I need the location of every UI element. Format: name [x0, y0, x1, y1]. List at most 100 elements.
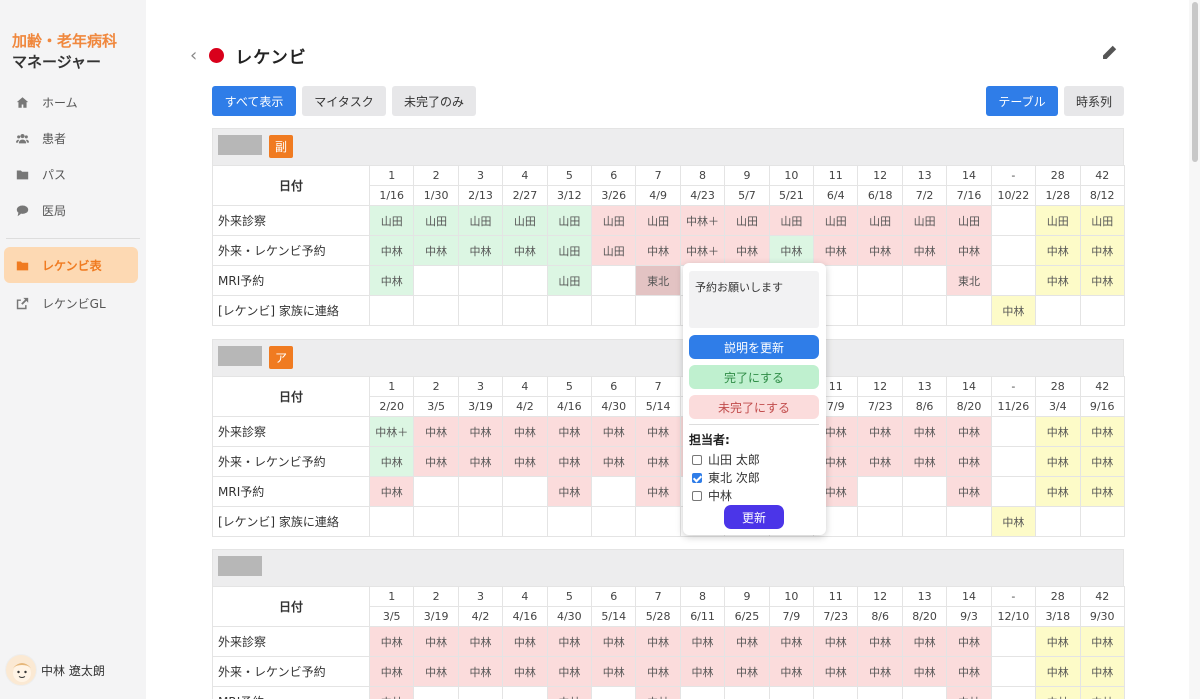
task-cell[interactable]: 中林: [901, 416, 948, 447]
task-cell[interactable]: 中林: [1079, 656, 1125, 687]
task-cell[interactable]: [413, 265, 459, 296]
task-cell[interactable]: 山田: [946, 205, 992, 236]
task-cell[interactable]: 中林: [946, 476, 992, 507]
task-cell[interactable]: 中林: [901, 656, 948, 687]
task-cell[interactable]: 中林: [413, 446, 459, 477]
task-cell[interactable]: 中林: [813, 656, 859, 687]
sidebar-item-path[interactable]: パス: [0, 156, 146, 192]
task-cell[interactable]: [457, 506, 504, 537]
note-textarea[interactable]: 予約お願いします: [689, 271, 819, 328]
task-cell[interactable]: 中林: [1079, 686, 1125, 699]
task-cell[interactable]: 中林: [413, 416, 459, 447]
task-cell[interactable]: [901, 265, 948, 296]
task-cell[interactable]: 中林: [413, 626, 459, 657]
task-cell[interactable]: 中林: [1035, 265, 1081, 296]
task-cell[interactable]: [457, 265, 504, 296]
task-cell[interactable]: [413, 295, 459, 326]
update-button[interactable]: 更新: [724, 505, 784, 529]
task-cell[interactable]: 中林: [946, 626, 992, 657]
task-cell[interactable]: 中林: [1079, 235, 1125, 266]
task-cell[interactable]: 中林: [635, 476, 681, 507]
task-cell[interactable]: 中林: [813, 235, 859, 266]
task-cell[interactable]: 山田: [546, 265, 593, 296]
task-cell[interactable]: [591, 265, 637, 296]
task-cell[interactable]: [679, 686, 726, 699]
task-cell[interactable]: 山田: [368, 205, 415, 236]
task-cell[interactable]: [990, 686, 1037, 699]
view-table-button[interactable]: テーブル: [986, 86, 1058, 116]
task-cell[interactable]: [857, 476, 903, 507]
task-cell[interactable]: [1079, 295, 1125, 326]
task-cell[interactable]: 山田: [1079, 205, 1125, 236]
checkbox[interactable]: [692, 490, 702, 501]
task-cell[interactable]: [502, 265, 548, 296]
task-cell[interactable]: [990, 205, 1037, 236]
task-cell[interactable]: 中林: [546, 416, 593, 447]
task-cell[interactable]: [502, 686, 548, 699]
task-cell[interactable]: 中林: [635, 446, 681, 477]
update-description-button[interactable]: 説明を更新: [689, 335, 819, 359]
task-cell[interactable]: 山田: [546, 205, 593, 236]
task-cell[interactable]: 中林＋: [368, 416, 415, 447]
task-cell[interactable]: 中林: [546, 656, 593, 687]
task-cell[interactable]: 山田: [591, 205, 637, 236]
task-cell[interactable]: 中林: [457, 235, 504, 266]
task-cell[interactable]: [1035, 295, 1081, 326]
task-cell[interactable]: 中林: [1035, 476, 1081, 507]
task-cell[interactable]: [990, 626, 1037, 657]
task-cell[interactable]: [502, 476, 548, 507]
task-cell[interactable]: 中林: [1035, 235, 1081, 266]
task-cell[interactable]: [502, 295, 548, 326]
task-cell[interactable]: 中林＋: [679, 205, 726, 236]
task-cell[interactable]: [635, 506, 681, 537]
task-cell[interactable]: 中林: [1079, 416, 1125, 447]
task-cell[interactable]: 山田: [857, 205, 903, 236]
task-cell[interactable]: 中林: [368, 476, 415, 507]
task-cell[interactable]: [990, 446, 1037, 477]
task-cell[interactable]: 中林: [990, 506, 1037, 537]
task-cell[interactable]: [1079, 506, 1125, 537]
task-cell[interactable]: 中林: [857, 416, 903, 447]
task-cell[interactable]: [724, 686, 770, 699]
task-cell[interactable]: 中林: [368, 686, 415, 699]
task-cell[interactable]: [768, 686, 815, 699]
task-cell[interactable]: 中林: [946, 446, 992, 477]
sidebar-item-ikyoku[interactable]: 医局: [0, 192, 146, 228]
task-cell[interactable]: 中林: [413, 235, 459, 266]
task-cell[interactable]: 中林: [813, 626, 859, 657]
task-cell[interactable]: [591, 506, 637, 537]
back-icon[interactable]: ‹: [190, 45, 197, 66]
task-cell[interactable]: 中林: [591, 446, 637, 477]
assignee-checkbox[interactable]: 山田 太郎: [692, 451, 760, 468]
mark-complete-button[interactable]: 完了にする: [689, 365, 819, 389]
task-cell[interactable]: [990, 416, 1037, 447]
task-cell[interactable]: 中林: [1035, 686, 1081, 699]
task-cell[interactable]: [546, 295, 593, 326]
assignee-checkbox[interactable]: 東北 次郎: [692, 469, 760, 486]
task-cell[interactable]: 山田: [457, 205, 504, 236]
task-cell[interactable]: 中林: [502, 626, 548, 657]
task-cell[interactable]: [990, 476, 1037, 507]
pencil-icon[interactable]: [1100, 44, 1118, 62]
task-cell[interactable]: [990, 656, 1037, 687]
task-cell[interactable]: 中林: [368, 626, 415, 657]
task-cell[interactable]: 中林: [679, 656, 726, 687]
task-cell[interactable]: 山田: [413, 205, 459, 236]
task-cell[interactable]: 中林: [546, 626, 593, 657]
mark-incomplete-button[interactable]: 未完了にする: [689, 395, 819, 419]
task-cell[interactable]: 中林: [857, 656, 903, 687]
task-cell[interactable]: 山田: [724, 205, 770, 236]
view-timeline-button[interactable]: 時系列: [1064, 86, 1124, 116]
task-cell[interactable]: [946, 295, 992, 326]
task-cell[interactable]: 中林: [1035, 446, 1081, 477]
task-cell[interactable]: 中林: [368, 235, 415, 266]
task-cell[interactable]: 山田: [813, 205, 859, 236]
task-cell[interactable]: [591, 476, 637, 507]
task-cell[interactable]: 中林: [1035, 626, 1081, 657]
task-cell[interactable]: 中林: [635, 235, 681, 266]
task-cell[interactable]: 中林＋: [679, 235, 726, 266]
task-cell[interactable]: 山田: [502, 205, 548, 236]
task-cell[interactable]: [901, 295, 948, 326]
task-cell[interactable]: [368, 295, 415, 326]
task-cell[interactable]: 中林: [502, 235, 548, 266]
